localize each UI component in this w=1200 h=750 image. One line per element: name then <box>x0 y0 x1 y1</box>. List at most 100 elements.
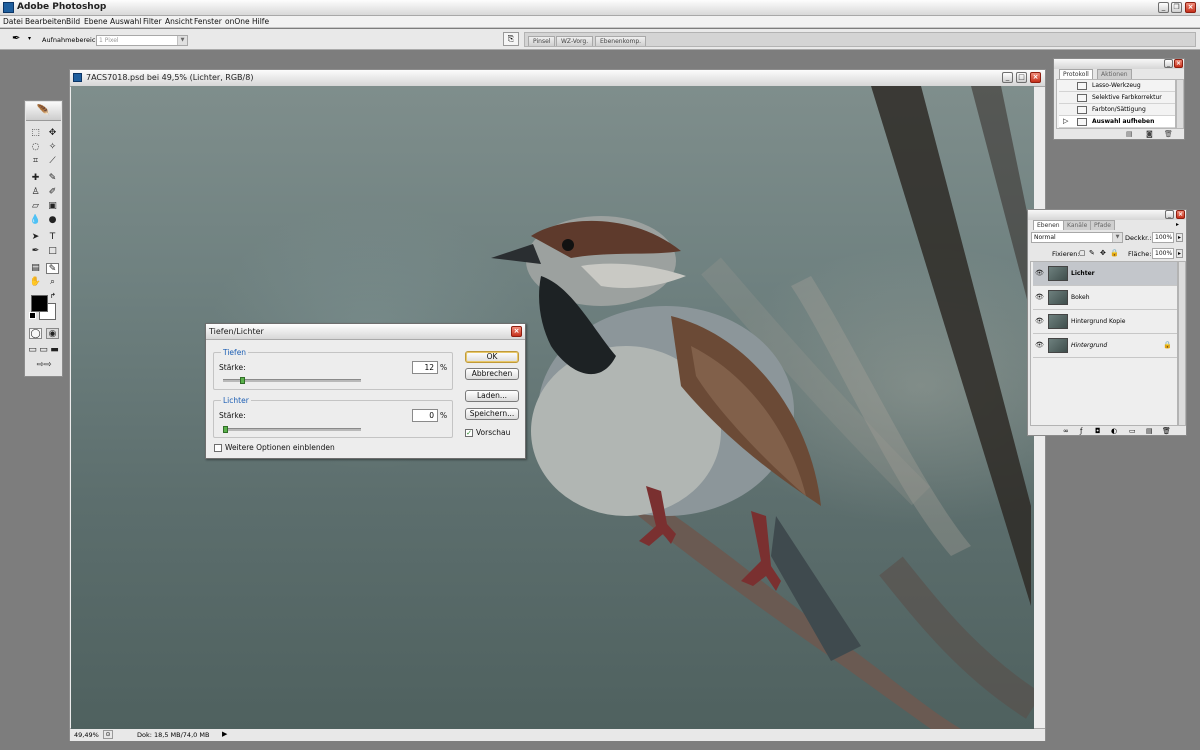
menu-onone[interactable]: onOne <box>225 17 250 26</box>
preview-checkbox[interactable]: ✓ <box>465 429 473 437</box>
more-options-checkbox[interactable] <box>214 444 222 452</box>
marquee-tool-icon[interactable]: ⬚ <box>29 128 42 139</box>
foreground-color-swatch[interactable] <box>31 295 48 312</box>
ok-button[interactable]: OK <box>465 351 519 363</box>
fill-slider-arrow-icon[interactable]: ▸ <box>1176 249 1183 258</box>
lasso-tool-icon[interactable]: ◌ <box>29 142 42 153</box>
doc-close-icon[interactable]: × <box>1030 72 1041 83</box>
new-snapshot-icon[interactable]: ◙ <box>1146 130 1153 138</box>
eye-icon[interactable]: 👁 <box>1035 293 1044 301</box>
eye-icon[interactable]: 👁 <box>1035 317 1044 325</box>
shape-tool-icon[interactable]: □ <box>46 246 59 257</box>
tab-protokoll[interactable]: Protokoll <box>1059 69 1093 79</box>
doc-maximize-icon[interactable]: □ <box>1016 72 1027 83</box>
quick-mask-mode-icon[interactable]: ◉ <box>46 328 59 339</box>
menu-bild[interactable]: Bild <box>66 17 80 26</box>
highlights-slider-track[interactable] <box>223 428 361 431</box>
layer-row[interactable]: 👁 Bokeh <box>1033 286 1177 310</box>
zoom-tool-icon[interactable]: ⌕ <box>46 277 59 288</box>
history-item[interactable]: Farbton/Sättigung <box>1059 104 1175 116</box>
palette-minimize-icon[interactable]: _ <box>1165 210 1174 219</box>
healing-brush-tool-icon[interactable]: ✚ <box>29 173 42 184</box>
status-menu-arrow-icon[interactable]: ▶ <box>222 730 227 738</box>
magic-wand-tool-icon[interactable]: ✧ <box>46 142 59 153</box>
lock-transparency-icon[interactable]: ▢ <box>1079 249 1086 257</box>
menu-bearbeiten[interactable]: Bearbeiten <box>25 17 66 26</box>
doc-minimize-icon[interactable]: _ <box>1002 72 1013 83</box>
layers-scrollbar[interactable] <box>1178 261 1186 426</box>
new-layer-icon[interactable]: ▤ <box>1146 427 1153 435</box>
shadows-slider-thumb[interactable] <box>239 377 245 384</box>
history-scrollbar[interactable] <box>1176 79 1184 129</box>
blur-tool-icon[interactable]: 💧 <box>29 215 42 226</box>
save-button[interactable]: Speichern... <box>465 408 519 420</box>
lock-image-icon[interactable]: ✎ <box>1089 249 1095 257</box>
history-brush-tool-icon[interactable]: ✐ <box>46 187 59 198</box>
palette-menu-arrow-icon[interactable]: ▸ <box>1176 221 1179 228</box>
trash-icon[interactable]: 🗑 <box>1164 130 1173 138</box>
clone-stamp-tool-icon[interactable]: ♙ <box>29 187 42 198</box>
blend-mode-select[interactable]: Normal ▼ <box>1031 232 1123 243</box>
move-tool-icon[interactable]: ✥ <box>46 128 59 139</box>
menu-filter[interactable]: Filter <box>143 17 162 26</box>
highlights-slider-thumb[interactable] <box>223 426 228 433</box>
opacity-slider-arrow-icon[interactable]: ▸ <box>1176 233 1183 242</box>
menu-ansicht[interactable]: Ansicht <box>165 17 193 26</box>
fill-input[interactable]: 100% <box>1152 248 1174 259</box>
layer-style-icon[interactable]: ƒ <box>1080 427 1082 435</box>
adjustment-layer-icon[interactable]: ◐ <box>1111 427 1117 435</box>
tab-pfade[interactable]: Pfade <box>1090 220 1115 230</box>
gradient-tool-icon[interactable]: ▣ <box>46 201 59 212</box>
tool-preset-chevron-down-icon[interactable]: ▾ <box>28 35 31 42</box>
history-item[interactable]: Selektive Farbkorrektur <box>1059 92 1175 104</box>
cancel-button[interactable]: Abbrechen <box>465 368 519 380</box>
highlights-strength-input[interactable]: 0 <box>412 409 438 422</box>
opacity-input[interactable]: 100% <box>1152 232 1174 243</box>
shadows-strength-input[interactable]: 12 <box>412 361 438 374</box>
new-group-icon[interactable]: ▭ <box>1129 427 1136 435</box>
menu-ebene[interactable]: Ebene <box>84 17 107 26</box>
history-item[interactable]: Lasso-Werkzeug <box>1059 80 1175 92</box>
eraser-tool-icon[interactable]: ▱ <box>29 201 42 212</box>
palette-minimize-icon[interactable]: _ <box>1164 59 1173 68</box>
type-tool-icon[interactable]: T <box>46 232 59 243</box>
lock-all-icon[interactable]: 🔒 <box>1110 249 1119 257</box>
history-item-selected[interactable]: ▷ Auswahl aufheben <box>1059 116 1175 128</box>
hand-tool-icon[interactable]: ✋ <box>29 277 42 288</box>
default-colors-icon[interactable] <box>29 312 36 319</box>
menu-hilfe[interactable]: Hilfe <box>252 17 269 26</box>
zoom-level[interactable]: 49,49% <box>74 731 99 739</box>
load-button[interactable]: Laden... <box>465 390 519 402</box>
tab-aktionen[interactable]: Aktionen <box>1097 69 1132 79</box>
menu-fenster[interactable]: Fenster <box>194 17 222 26</box>
brush-tool-icon[interactable]: ✎ <box>46 173 59 184</box>
crop-tool-icon[interactable]: ⌗ <box>29 156 42 167</box>
menu-datei[interactable]: Datei <box>3 17 23 26</box>
tab-kanaele[interactable]: Kanäle <box>1063 220 1092 230</box>
eye-icon[interactable]: 👁 <box>1035 341 1044 349</box>
eyedropper-tool-icon[interactable]: ✎ <box>46 263 59 274</box>
tab-ebenen[interactable]: Ebenen <box>1033 220 1064 230</box>
sample-size-select[interactable]: 1 Pixel ▼ <box>96 35 188 46</box>
slice-tool-icon[interactable]: ⟋ <box>46 156 59 167</box>
dialog-close-icon[interactable]: × <box>511 326 522 337</box>
swap-colors-icon[interactable]: ↱ <box>50 292 56 300</box>
jump-to-imageready-icon[interactable]: ⇨⇨ <box>29 360 59 371</box>
screen-mode-full-icon[interactable]: ▬ <box>49 345 60 356</box>
palette-close-icon[interactable]: × <box>1174 59 1183 68</box>
layer-row[interactable]: 👁 Lichter <box>1033 262 1177 286</box>
well-tab-wz-vorg[interactable]: WZ-Vorg. <box>556 36 594 46</box>
lock-position-icon[interactable]: ✥ <box>1100 249 1106 257</box>
eye-icon[interactable]: 👁 <box>1035 269 1044 277</box>
screen-mode-menu-icon[interactable]: ▭ <box>38 345 49 356</box>
dodge-tool-icon[interactable]: ● <box>46 215 59 226</box>
well-tab-ebenenkomp[interactable]: Ebenenkomp. <box>595 36 647 46</box>
zoom-preview-icon[interactable]: ⊙ <box>103 730 113 739</box>
palette-well-icon[interactable]: ⎘ <box>503 32 519 46</box>
pen-tool-icon[interactable]: ✒ <box>29 246 42 257</box>
eyedropper-tool-icon[interactable]: ✒ <box>12 33 20 44</box>
screen-mode-standard-icon[interactable]: ▭ <box>27 345 38 356</box>
new-document-from-state-icon[interactable]: ▤ <box>1126 130 1133 138</box>
layer-row[interactable]: 👁 Hintergrund 🔒 <box>1033 334 1177 358</box>
palette-close-icon[interactable]: × <box>1176 210 1185 219</box>
